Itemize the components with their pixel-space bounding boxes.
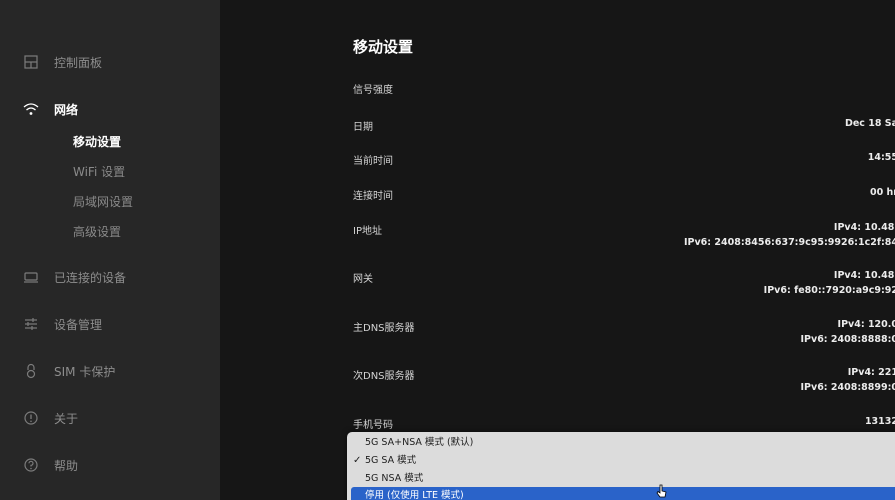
sidebar-item-label: 关于 bbox=[54, 411, 79, 426]
row-value-secondary-dns-v4: IPv4: 221 bbox=[847, 367, 895, 378]
subnav-wifi-settings[interactable]: WiFi 设置 bbox=[73, 163, 125, 185]
subnav-mobile-settings[interactable]: 移动设置 bbox=[73, 133, 121, 155]
dropdown-option-lte-only[interactable]: 停用 (仅使用 LTE 模式) bbox=[351, 487, 895, 500]
network-mode-dropdown[interactable]: 5G SA+NSA 模式 (默认) ✓ 5G SA 模式 5G NSA 模式 停… bbox=[347, 432, 895, 500]
sidebar-item-about[interactable]: 关于 bbox=[0, 400, 220, 436]
sidebar-item-connected-devices[interactable]: 已连接的设备 bbox=[0, 259, 220, 295]
row-label-ip-address: IP地址 bbox=[353, 226, 382, 237]
dropdown-option-sa[interactable]: ✓ 5G SA 模式 bbox=[347, 452, 895, 469]
option-label: 5G NSA 模式 bbox=[365, 473, 424, 484]
sliders-icon bbox=[23, 316, 39, 332]
row-label-primary-dns: 主DNS服务器 bbox=[353, 323, 415, 334]
row-value-secondary-dns-v6: IPv6: 2408:8899:0 bbox=[800, 382, 895, 393]
help-icon bbox=[23, 457, 39, 473]
page-title: 移动设置 bbox=[353, 38, 414, 56]
router-admin-window: 控制面板 网络 移动设置 WiFi 设置 局域网设置 高级设置 已连接的设备 设… bbox=[0, 0, 895, 500]
option-label: 停用 (仅使用 LTE 模式) bbox=[365, 490, 464, 500]
dashboard-icon bbox=[23, 54, 39, 70]
main-content: 移动设置 信号强度 日期 Dec 18 Sa 当前时间 14:55 连接时间 0… bbox=[220, 0, 895, 500]
sidebar-item-dashboard[interactable]: 控制面板 bbox=[0, 44, 220, 80]
wifi-icon bbox=[23, 101, 39, 117]
row-value-gateway-v6: IPv6: fe80::7920:a9c9:92 bbox=[763, 285, 895, 296]
devices-icon bbox=[23, 269, 39, 285]
mouse-pointer-icon bbox=[655, 484, 667, 500]
row-label-gateway: 网关 bbox=[353, 274, 373, 285]
dropdown-option-nsa[interactable]: 5G NSA 模式 bbox=[347, 470, 895, 487]
sidebar-item-label: 帮助 bbox=[54, 458, 79, 473]
row-value-ip-v6: IPv6: 2408:8456:637:9c95:9926:1c2f:84 bbox=[683, 237, 895, 248]
option-label: 5G SA 模式 bbox=[365, 455, 417, 466]
row-label-phone-number: 手机号码 bbox=[353, 420, 393, 431]
sidebar-item-label: SIM 卡保护 bbox=[54, 364, 116, 379]
sidebar-item-label: 网络 bbox=[54, 102, 79, 117]
sidebar: 控制面板 网络 移动设置 WiFi 设置 局域网设置 高级设置 已连接的设备 设… bbox=[0, 0, 220, 500]
sidebar-item-label: 控制面板 bbox=[54, 55, 103, 70]
sidebar-item-sim-protection[interactable]: SIM 卡保护 bbox=[0, 353, 220, 389]
row-value-phone-number: 13132 bbox=[864, 416, 895, 427]
subnav-lan-settings[interactable]: 局域网设置 bbox=[73, 193, 133, 215]
sidebar-item-label: 已连接的设备 bbox=[54, 270, 127, 285]
row-value-date: Dec 18 Sa bbox=[844, 118, 895, 129]
subnav-advanced-settings[interactable]: 高级设置 bbox=[73, 223, 121, 245]
row-value-gateway-v4: IPv4: 10.48. bbox=[833, 270, 895, 281]
row-label-secondary-dns: 次DNS服务器 bbox=[353, 371, 415, 382]
checkmark-icon: ✓ bbox=[353, 455, 362, 466]
row-label-signal: 信号强度 bbox=[353, 85, 393, 96]
row-value-primary-dns-v4: IPv4: 120.0 bbox=[837, 319, 895, 330]
sidebar-item-network[interactable]: 网络 bbox=[0, 91, 220, 127]
lock-icon bbox=[23, 363, 39, 379]
row-value-ip-v4: IPv4: 10.48. bbox=[833, 222, 895, 233]
option-label: 5G SA+NSA 模式 (默认) bbox=[365, 437, 474, 448]
row-value-connected-time: 00 hr bbox=[870, 187, 895, 198]
sidebar-item-device-management[interactable]: 设备管理 bbox=[0, 306, 220, 342]
row-label-date: 日期 bbox=[353, 122, 373, 133]
info-icon bbox=[23, 410, 39, 426]
row-label-connected-time: 连接时间 bbox=[353, 191, 393, 202]
dropdown-option-sa-nsa[interactable]: 5G SA+NSA 模式 (默认) bbox=[347, 434, 895, 451]
sidebar-item-label: 设备管理 bbox=[54, 317, 103, 332]
row-value-primary-dns-v6: IPv6: 2408:8888:0 bbox=[800, 334, 895, 345]
row-value-current-time: 14:55 bbox=[867, 152, 895, 163]
row-label-current-time: 当前时间 bbox=[353, 156, 393, 167]
sidebar-item-help[interactable]: 帮助 bbox=[0, 447, 220, 483]
